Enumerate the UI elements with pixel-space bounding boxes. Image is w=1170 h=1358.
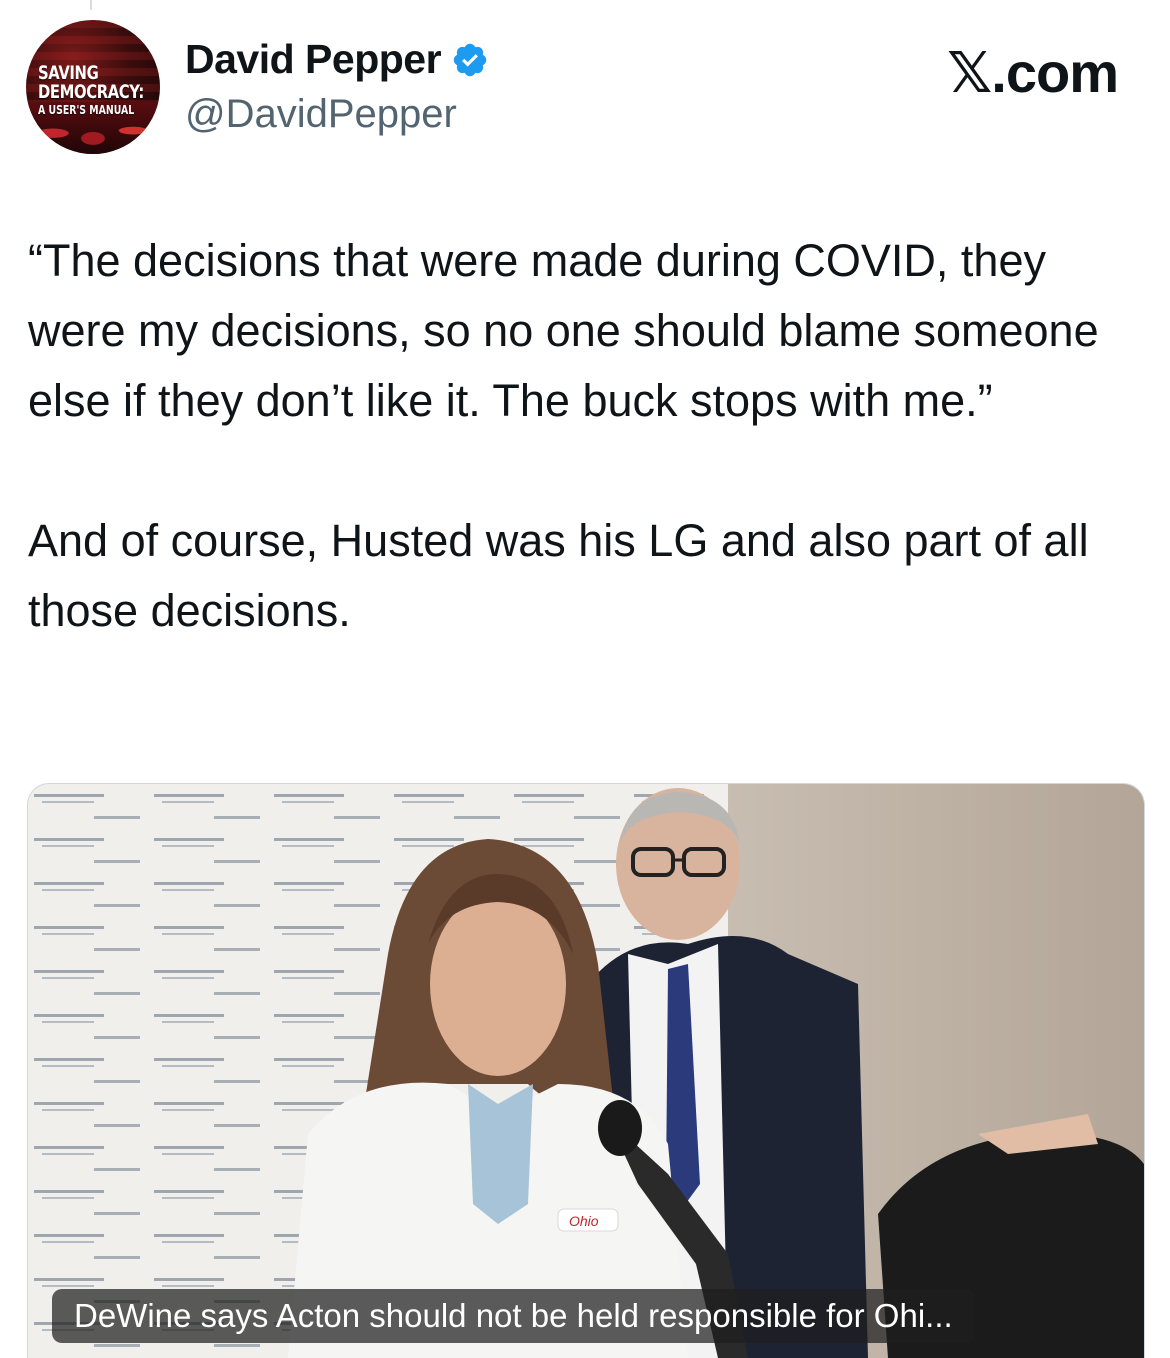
verified-badge-icon[interactable] [451,41,489,79]
tweet-paragraph-quote: “The decisions that were made during COV… [28,235,1099,426]
author-avatar[interactable]: SAVING DEMOCRACY: A USER'S MANUAL [26,20,160,154]
tweet-paragraph-comment: And of course, Husted was his LG and als… [28,515,1089,636]
author-display-name[interactable]: David Pepper [185,36,442,83]
video-frame-illustration: Ohio [28,784,1144,1358]
video-caption: DeWine says Acton should not be held res… [52,1289,975,1343]
author-handle[interactable]: @DavidPepper [185,92,457,137]
author-display-name-row[interactable]: David Pepper [185,36,489,83]
thread-connector-line [90,0,92,10]
avatar-text-line-2: DEMOCRACY: [38,81,144,103]
avatar-text-line-3: A USER'S MANUAL [38,103,135,117]
ohio-badge-text: Ohio [569,1213,599,1229]
tweet-text: “The decisions that were made during COV… [28,226,1148,646]
tweet-video-media[interactable]: Ohio [27,783,1145,1358]
x-com-label: 𝕏.com [947,41,1119,104]
